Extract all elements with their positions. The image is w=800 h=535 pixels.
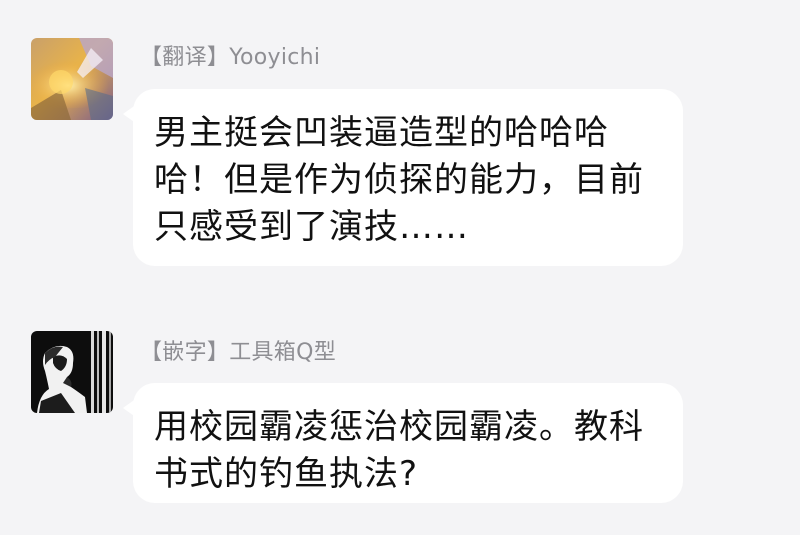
message-bubble[interactable]: 用校园霸凌惩治校园霸凌。教科书式的钓鱼执法?	[133, 383, 683, 503]
sender-name: 【嵌字】工具箱Q型	[140, 334, 336, 366]
sender-username: 工具箱Q型	[229, 340, 337, 365]
sender-username: Yooyichi	[229, 45, 321, 70]
dark-portrait-avatar-icon	[31, 331, 113, 413]
sender-role-tag: 【嵌字】	[140, 340, 230, 365]
sender-avatar[interactable]	[31, 331, 113, 413]
abstract-colorful-avatar-icon	[31, 38, 113, 120]
sender-role-tag: 【翻译】	[140, 45, 230, 70]
sender-name: 【翻译】Yooyichi	[140, 39, 320, 71]
message-bubble[interactable]: 男主挺会凹装逼造型的哈哈哈哈！但是作为侦探的能力，目前只感受到了演技……	[133, 89, 683, 266]
sender-avatar[interactable]	[31, 38, 113, 120]
